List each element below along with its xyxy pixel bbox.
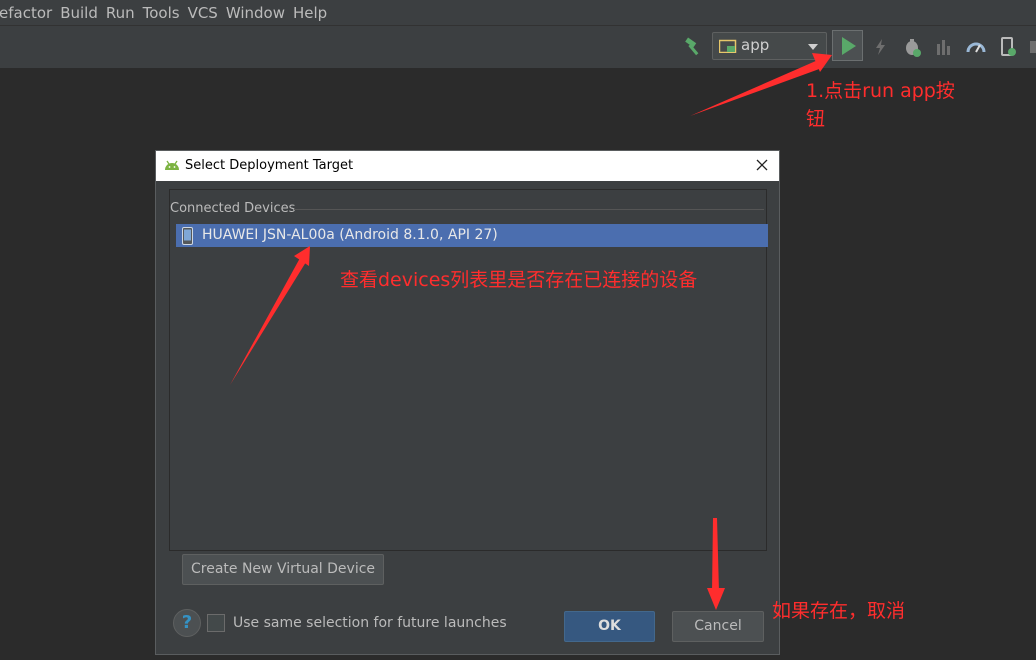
run-config-label: app: [741, 36, 770, 54]
ok-button[interactable]: OK: [564, 611, 655, 642]
section-divider: [294, 209, 764, 210]
menu-refactor[interactable]: efactor: [0, 4, 60, 22]
annotation-if-exists-cancel: 如果存在，取消: [772, 600, 906, 622]
menu-help[interactable]: Help: [293, 4, 335, 22]
connected-devices-label: Connected Devices: [170, 201, 296, 216]
stop-icon[interactable]: [1028, 36, 1036, 58]
main-toolbar: app: [0, 26, 1036, 69]
hammer-icon[interactable]: [683, 36, 705, 58]
help-button[interactable]: ?: [173, 609, 201, 637]
menu-window[interactable]: Window: [226, 4, 293, 22]
cancel-button[interactable]: Cancel: [672, 611, 764, 642]
dialog-titlebar[interactable]: Select Deployment Target: [156, 151, 779, 181]
annotation-check-devices: 查看devices列表里是否存在已连接的设备: [340, 269, 698, 291]
coverage-icon[interactable]: [934, 36, 956, 58]
device-manager-icon[interactable]: [997, 36, 1019, 58]
same-selection-label[interactable]: Use same selection for future launches: [233, 615, 507, 631]
profiler-icon[interactable]: [965, 36, 987, 58]
dialog-title: Select Deployment Target: [185, 158, 354, 173]
debug-icon[interactable]: [901, 36, 923, 58]
menu-vcs[interactable]: VCS: [188, 4, 226, 22]
device-list-item[interactable]: HUAWEI JSN-AL00a (Android 8.1.0, API 27): [176, 224, 768, 247]
menu-bar: efactor Build Run Tools VCS Window Help: [0, 0, 1036, 26]
device-list-panel: Connected Devices HUAWEI JSN-AL00a (Andr…: [169, 189, 768, 551]
chevron-down-icon: [808, 44, 818, 50]
module-icon: [719, 39, 737, 53]
same-selection-checkbox[interactable]: [207, 614, 225, 632]
close-icon[interactable]: [753, 156, 771, 174]
phone-icon: [182, 227, 193, 245]
annotation-step1-line1: 1.点击run app按: [806, 80, 955, 102]
menu-run[interactable]: Run: [106, 4, 143, 22]
annotation-step1-line2: 钮: [806, 108, 826, 130]
select-deployment-target-dialog: Select Deployment Target Connected Devic…: [155, 150, 780, 655]
apply-changes-icon[interactable]: [870, 36, 892, 58]
play-icon: [842, 37, 856, 55]
run-configuration-dropdown[interactable]: app: [712, 32, 827, 60]
run-app-button[interactable]: [832, 30, 863, 61]
menu-build[interactable]: Build: [60, 4, 106, 22]
android-icon: [165, 160, 179, 170]
create-virtual-device-button[interactable]: Create New Virtual Device: [182, 554, 384, 585]
device-name: HUAWEI JSN-AL00a (Android 8.1.0, API 27): [202, 227, 498, 243]
menu-tools[interactable]: Tools: [143, 4, 188, 22]
